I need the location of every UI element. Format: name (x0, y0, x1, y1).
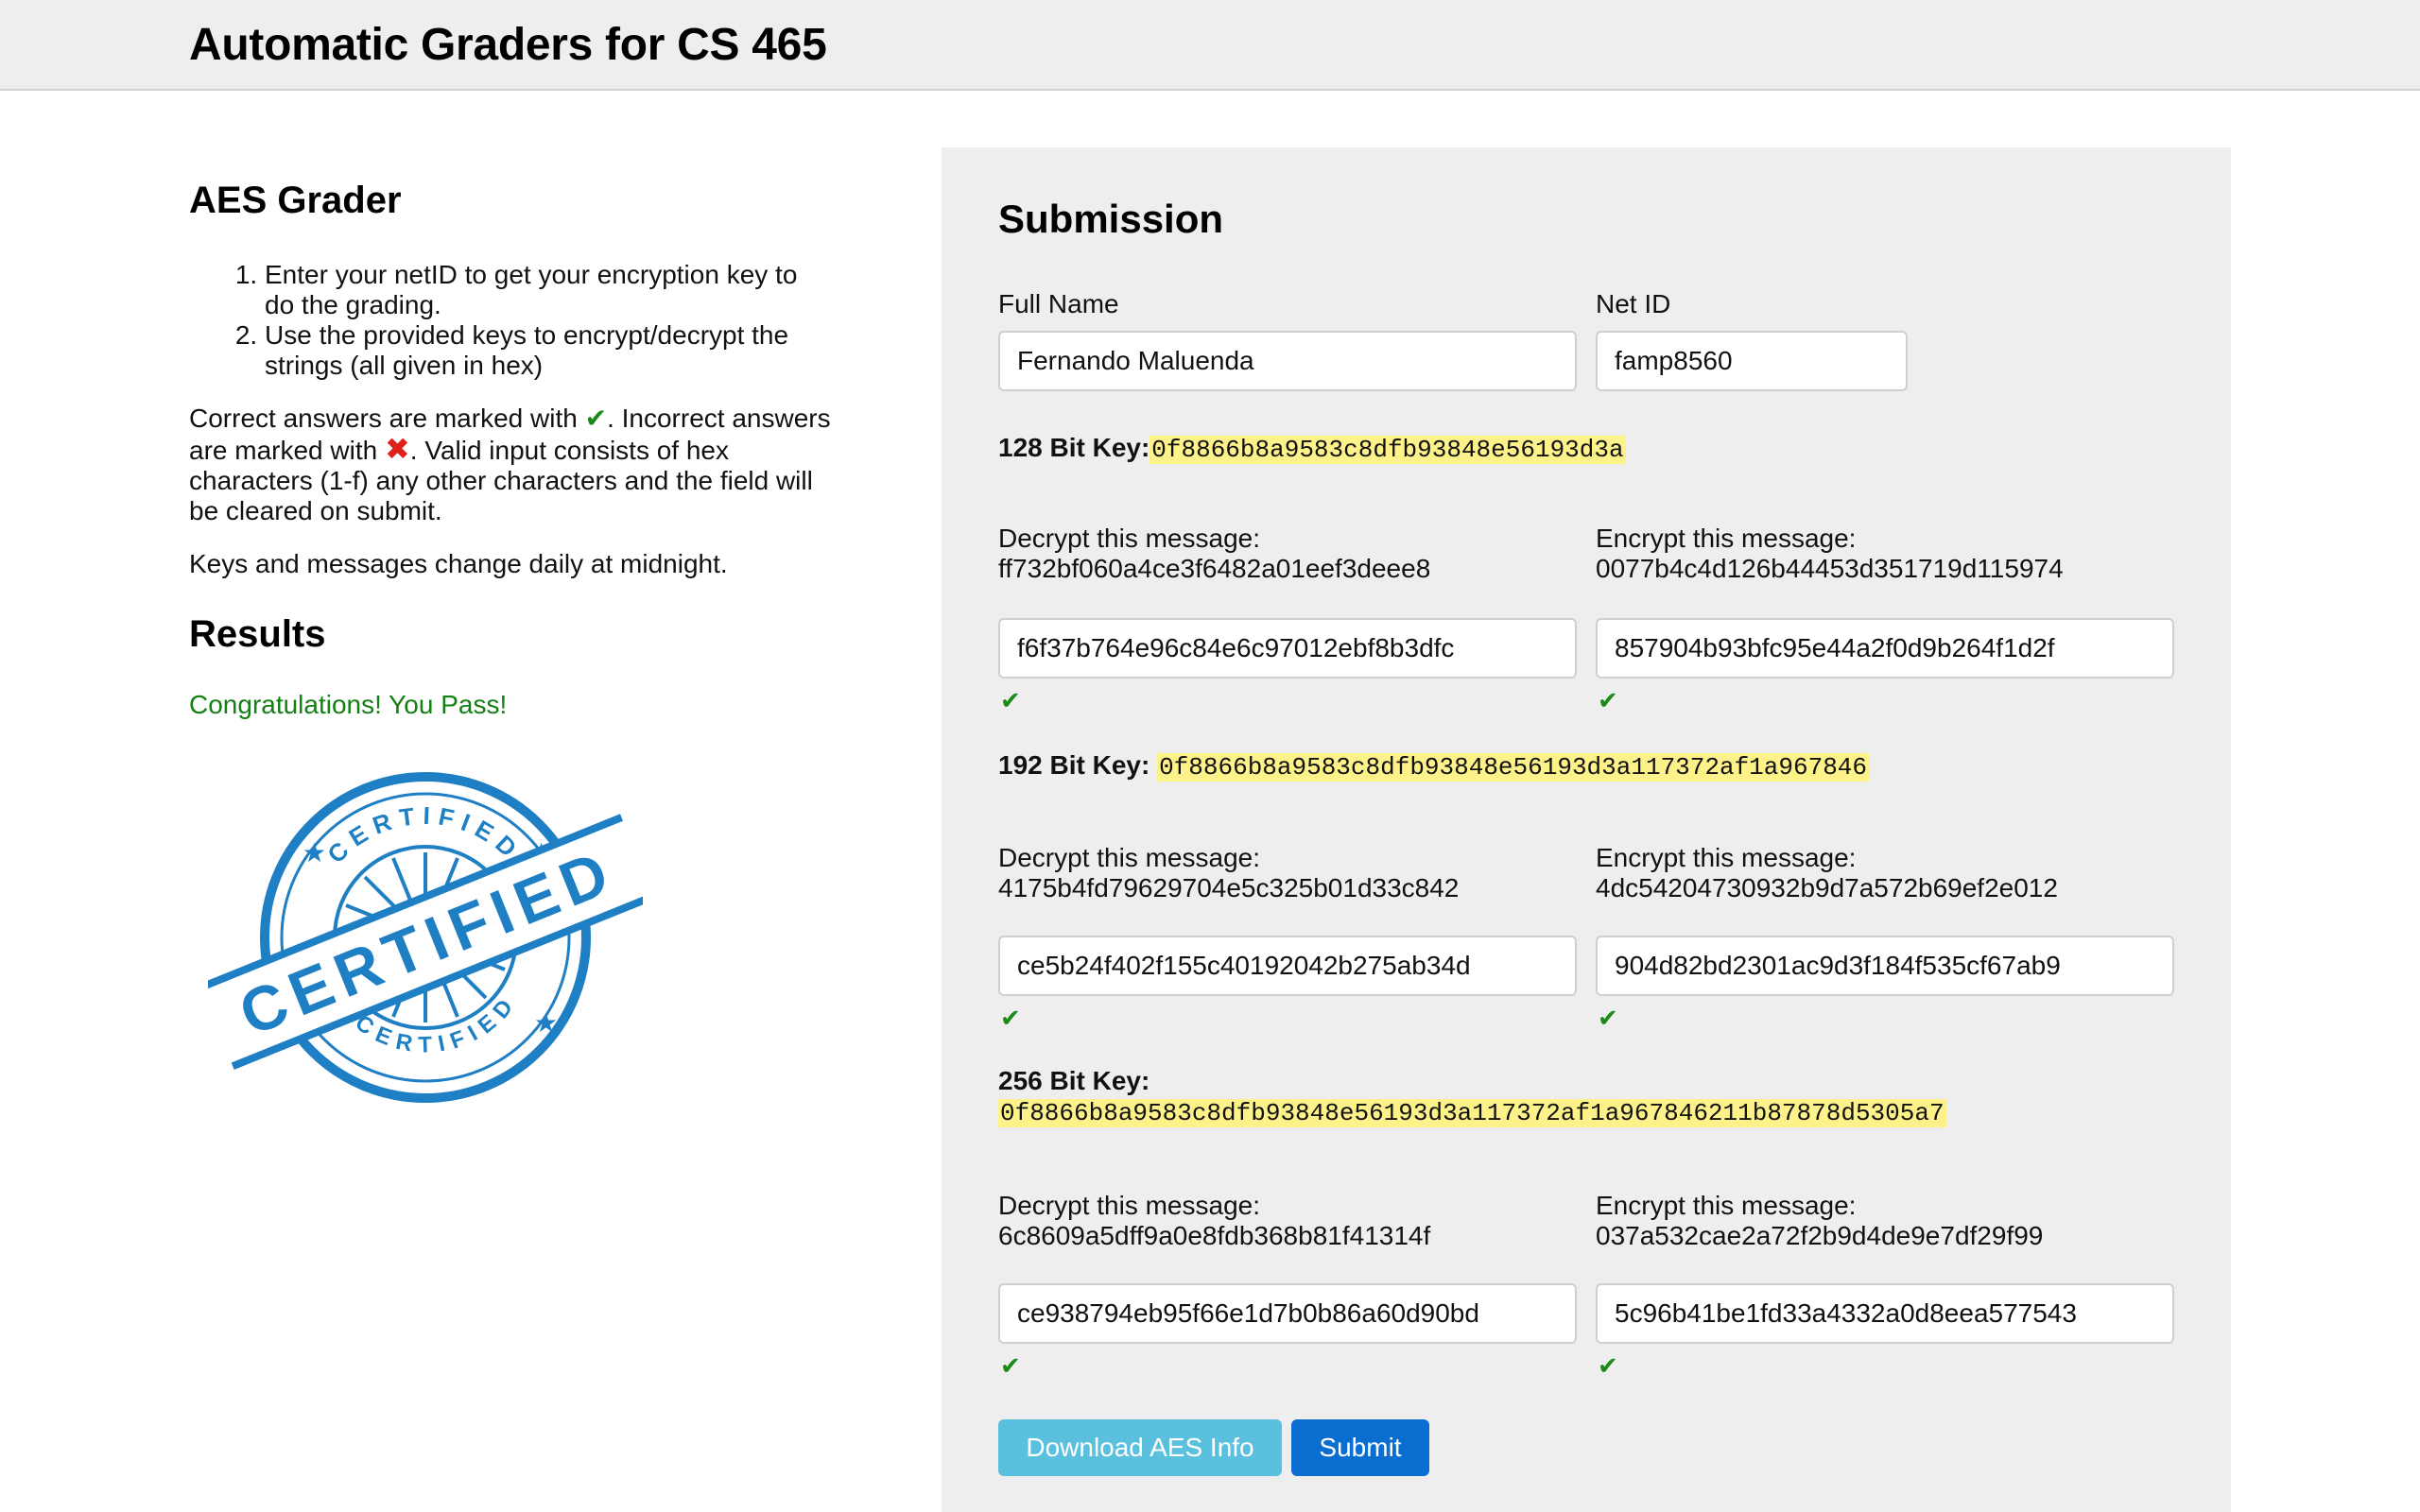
decrypt-prompt-256: Decrypt this message: 6c8609a5dff9a0e8fd… (998, 1191, 1430, 1251)
correct-prefix: Correct answers are marked with (189, 404, 578, 433)
marking-explanation: Correct answers are marked with ✔. Incor… (189, 404, 832, 526)
result-message: Congratulations! You Pass! (189, 690, 508, 719)
encrypt-answer-256-input[interactable]: 5c96b41be1fd33a4332a0d8eea577543 (1596, 1283, 2174, 1344)
decrypt-label: Decrypt this message: (998, 843, 1260, 872)
key-128: 128 Bit Key:0f8866b8a9583c8dfb93848e5619… (998, 433, 1626, 464)
svg-text:★: ★ (534, 1008, 558, 1038)
decrypt-prompt-192: Decrypt this message: 4175b4fd79629704e5… (998, 843, 1459, 903)
encrypt-prompt-128: Encrypt this message: 0077b4c4d126b44453… (1596, 524, 2064, 584)
encrypt-label: Encrypt this message: (1596, 1191, 1857, 1220)
key-128-value: 0f8866b8a9583c8dfb93848e56193d3a (1150, 436, 1626, 464)
key-128-label: 128 Bit Key: (998, 433, 1150, 462)
submission-panel: Submission Full Name Fernando Maluenda N… (942, 147, 2231, 1512)
app-title: Automatic Graders for CS 465 (189, 20, 827, 70)
check-icon: ✔ (1000, 1351, 1021, 1380)
encrypt-message: 037a532cae2a72f2b9d4de9e7df29f99 (1596, 1221, 2044, 1250)
decrypt-answer-192-input[interactable]: ce5b24f402f155c40192042b275ab34d (998, 936, 1577, 996)
check-icon: ✔ (1598, 1351, 1618, 1380)
cross-icon: ✖ (384, 432, 410, 466)
check-icon: ✔ (1598, 686, 1618, 714)
decrypt-message: ff732bf060a4ce3f6482a01eef3deee8 (998, 554, 1431, 583)
download-aes-info-button[interactable]: Download AES Info (998, 1419, 1282, 1476)
decrypt-prompt-128: Decrypt this message: ff732bf060a4ce3f64… (998, 524, 1430, 584)
decrypt-answer-256-input[interactable]: ce938794eb95f66e1d7b0b86a60d90bd (998, 1283, 1577, 1344)
key-192: 192 Bit Key: 0f8866b8a9583c8dfb93848e561… (998, 750, 1869, 782)
net-id-label: Net ID (1596, 289, 1671, 318)
app-header: Automatic Graders for CS 465 (0, 0, 2420, 91)
check-icon: ✔ (1000, 686, 1021, 714)
grader-heading: AES Grader (189, 180, 402, 221)
submit-button[interactable]: Submit (1291, 1419, 1429, 1476)
key-256-value: 0f8866b8a9583c8dfb93848e56193d3a117372af… (998, 1099, 1946, 1127)
check-icon: ✔ (1000, 1004, 1021, 1032)
encrypt-answer-192-input[interactable]: 904d82bd2301ac9d3f184f535cf67ab9 (1596, 936, 2174, 996)
key-192-label: 192 Bit Key: (998, 750, 1150, 780)
net-id-input[interactable]: famp8560 (1596, 331, 1908, 391)
decrypt-message: 4175b4fd79629704e5c325b01d33c842 (998, 873, 1460, 902)
instruction-item: Use the provided keys to encrypt/decrypt… (265, 320, 832, 381)
key-256-label: 256 Bit Key: (998, 1066, 1150, 1095)
decrypt-label: Decrypt this message: (998, 1191, 1260, 1220)
encrypt-label: Encrypt this message: (1596, 843, 1857, 872)
grader-info: AES Grader Enter your netID to get your … (189, 180, 832, 1122)
encrypt-message: 0077b4c4d126b44453d351719d115974 (1596, 554, 2064, 583)
full-name-label: Full Name (998, 289, 1119, 318)
results-heading: Results (189, 613, 326, 655)
encrypt-prompt-192: Encrypt this message: 4dc54204730932b9d7… (1596, 843, 2058, 903)
check-icon: ✔ (1598, 1004, 1618, 1032)
encrypt-label: Encrypt this message: (1596, 524, 1857, 553)
key-192-value: 0f8866b8a9583c8dfb93848e56193d3a117372af… (1157, 753, 1869, 782)
keys-note: Keys and messages change daily at midnig… (189, 549, 728, 578)
certified-stamp-image: CERTIFIED CERTIFIED ★ ★ ★ ★ CERTIFIED (199, 772, 655, 1103)
encrypt-answer-128-input[interactable]: 857904b93bfc95e44a2f0d9b264f1d2f (1596, 618, 2174, 679)
encrypt-message: 4dc54204730932b9d7a572b69ef2e012 (1596, 873, 2058, 902)
encrypt-prompt-256: Encrypt this message: 037a532cae2a72f2b9… (1596, 1191, 2043, 1251)
decrypt-answer-128-input[interactable]: f6f37b764e96c84e6c97012ebf8b3dfc (998, 618, 1577, 679)
decrypt-message: 6c8609a5dff9a0e8fdb368b81f41314f (998, 1221, 1431, 1250)
check-icon: ✔ (584, 404, 608, 433)
instructions-list: Enter your netID to get your encryption … (189, 260, 832, 381)
key-256: 256 Bit Key: 0f8866b8a9583c8dfb93848e561… (998, 1066, 1946, 1127)
full-name-input[interactable]: Fernando Maluenda (998, 331, 1577, 391)
svg-text:★: ★ (302, 838, 326, 868)
instruction-item: Enter your netID to get your encryption … (265, 260, 832, 320)
decrypt-label: Decrypt this message: (998, 524, 1260, 553)
submission-heading: Submission (998, 197, 1224, 241)
